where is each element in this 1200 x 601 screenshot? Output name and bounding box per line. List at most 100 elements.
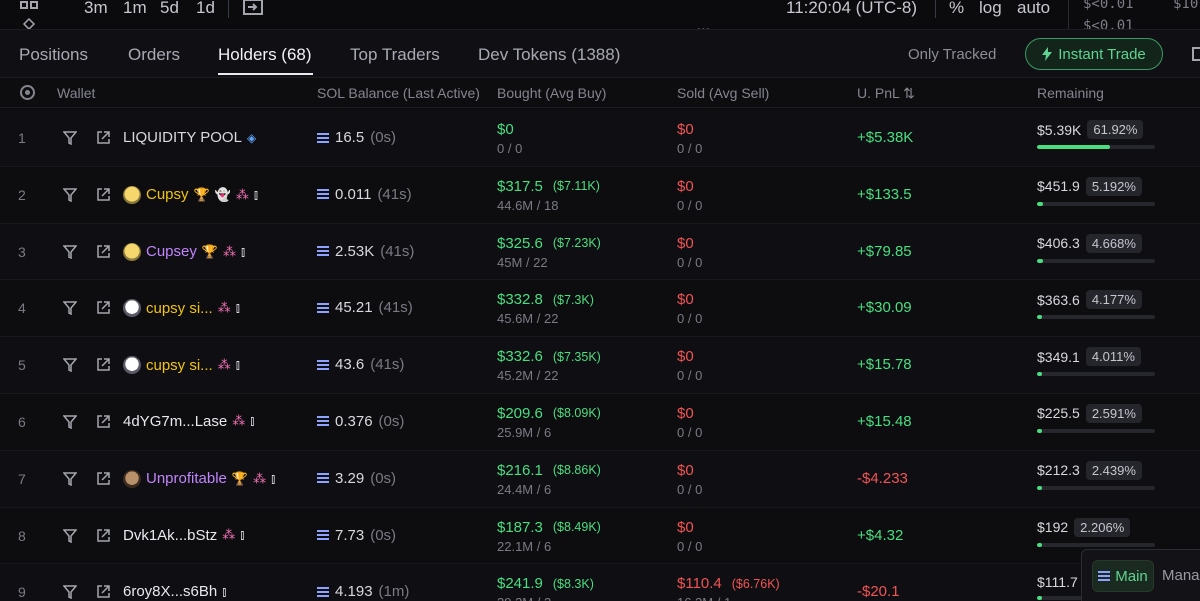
row-rank: 3 [18,243,26,260]
tab-holders[interactable]: Holders (68) [218,45,312,65]
wallet-name[interactable]: Cupsey [146,243,197,260]
sold-cell: $0 0 / 0 [677,462,704,497]
tab-orders[interactable]: Orders [128,45,180,65]
remaining-percent-badge: 2.591% [1085,403,1142,423]
wallet-cell[interactable]: LIQUIDITY POOL ◈ [123,129,256,146]
table-row[interactable]: 9 6roy8X...s6Bh ⫾ 4.193 (1m) $241.9 ($8.3K)… [0,564,1200,601]
layout-grid-icon[interactable] [20,0,42,10]
column-remaining[interactable]: Remaining [1037,85,1104,101]
avatar [123,242,141,261]
remaining-bar-fill [1037,596,1042,601]
filter-icon[interactable] [63,415,77,429]
candlestick-icon: ⫾ [250,413,255,429]
settings-gear-icon[interactable] [20,85,35,100]
sol-balance-cell: 0.011 (41s) [317,186,412,203]
filter-icon[interactable] [63,528,77,543]
wallet-name[interactable]: Dvk1Ak...bStz [123,527,217,544]
sold-cell: $0 0 / 0 [677,178,704,213]
sort-icon[interactable]: ⇅ [903,85,915,101]
external-link-icon[interactable] [96,130,111,145]
bought-cell: $216.1 ($8.86K) 24.4M / 6 [497,462,601,497]
sold-cell: $0 0 / 0 [677,519,704,554]
instant-trade-button[interactable]: Instant Trade [1025,38,1163,70]
table-row[interactable]: 3 Cupsey 🏆 ⁂ ⫾ 2.53K (41s) $325.6 ($7.23K) 45… [0,223,1200,281]
chart-clock: 11:20:04 (UTC-8) [786,0,918,17]
tab-top-traders[interactable]: Top Traders [350,45,440,65]
manage-wallets-link[interactable]: Mana [1162,567,1200,584]
wallet-cell[interactable]: Cupsey 🏆 ⁂ ⫾ [123,242,245,261]
external-link-icon[interactable] [96,357,111,372]
timeframe-1m[interactable]: 1m [123,0,147,18]
main-wallet-button[interactable]: Main [1092,560,1154,592]
external-link-icon[interactable] [96,300,111,315]
wallet-cell[interactable]: Dvk1Ak...bStz ⁂ ⫾ [123,527,244,544]
filter-icon[interactable] [63,244,77,259]
wallet-cell[interactable]: Cupsy 🏆 👻 ⁂ ⫾ [123,185,258,204]
external-link-icon[interactable] [96,584,111,599]
external-link-icon[interactable] [96,244,111,259]
table-row[interactable]: 5 cupsy si... ⁂ ⫾ 43.6 (41s) $332.6 ($7.35K)… [0,337,1200,394]
column-sol-balance[interactable]: SOL Balance (Last Active) [317,85,480,101]
drawing-tool-icon[interactable] [22,18,36,30]
filter-icon[interactable] [63,301,77,316]
filter-icon[interactable] [63,358,77,373]
go-to-date-icon[interactable] [242,0,266,18]
row-rank: 6 [18,413,26,430]
timeframe-3m[interactable]: 3m [84,0,108,18]
sold-amount: $0 [677,404,694,422]
sol-balance: 43.6 [335,356,365,374]
column-upnl[interactable]: U. PnL ⇅ [857,85,915,102]
sold-tokens-txns: 0 / 0 [677,424,703,440]
sold-amount: $0 [677,348,694,366]
wallet-cell[interactable]: cupsy si... ⁂ ⫾ [123,299,240,318]
only-tracked-toggle[interactable]: Only Tracked [908,46,996,63]
last-active: (0s) [370,469,397,487]
row-rank: 2 [18,186,26,203]
filter-icon[interactable] [63,188,77,202]
external-link-icon[interactable] [96,187,111,202]
row-rank: 7 [18,470,26,487]
table-row[interactable]: 2 Cupsy 🏆 👻 ⁂ ⫾ 0.011 (41s) $317.5 ($7.11K) 44… [0,167,1200,224]
solana-icon [317,246,329,257]
external-link-icon[interactable] [96,471,111,486]
log-toggle[interactable]: log [979,0,1002,18]
auto-toggle[interactable]: auto [1017,0,1050,18]
external-link-icon[interactable] [96,528,111,543]
timeframe-1d[interactable]: 1d [196,0,215,18]
filter-icon[interactable] [63,131,77,145]
wallet-name[interactable]: Cupsy [146,186,189,203]
table-row[interactable]: 6 4dYG7m...Lase ⁂ ⫾ 0.376 (0s) $209.6 ($8.09… [0,394,1200,451]
unrealized-pnl: +$30.09 [857,299,912,317]
timeframe-5d[interactable]: 5d [160,0,179,18]
sold-cell: $0 0 / 0 [677,235,704,270]
table-row[interactable]: 8 Dvk1Ak...bStz ⁂ ⫾ 7.73 (0s) $187.3 ($8.49K… [0,508,1200,565]
column-sold[interactable]: Sold (Avg Sell) [677,85,769,101]
wallet-name[interactable]: Unprofitable [146,470,227,487]
wallet-cell[interactable]: 4dYG7m...Lase ⁂ ⫾ [123,413,254,430]
row-rank: 9 [18,584,26,601]
table-row[interactable]: 7 Unprofitable 🏆 ⁂ ⫾ 3.29 (0s) $216.1 ($8.86K… [0,450,1200,508]
percent-toggle[interactable]: % [949,0,964,18]
wallet-cell[interactable]: cupsy si... ⁂ ⫾ [123,356,240,375]
wallet-name[interactable]: cupsy si... [146,300,213,317]
wallet-name[interactable]: 4dYG7m...Lase [123,413,227,430]
wallet-name[interactable]: LIQUIDITY POOL [123,129,242,146]
wallet-cell[interactable]: Unprofitable 🏆 ⁂ ⫾ [123,469,275,488]
table-row[interactable]: 1 LIQUIDITY POOL ◈ 16.5 (0s) $0 0 / 0 $0 0… [0,110,1200,167]
last-active: (41s) [377,185,412,203]
table-row[interactable]: 4 cupsy si... ⁂ ⫾ 45.21 (41s) $332.8 ($7.3K)… [0,280,1200,338]
wallet-name[interactable]: 6roy8X...s6Bh [123,583,217,600]
tab-dev-tokens[interactable]: Dev Tokens (1388) [478,45,620,65]
row-rank: 1 [18,130,26,146]
last-active: (0s) [378,412,405,430]
panel-icon[interactable] [1192,47,1200,61]
column-bought[interactable]: Bought (Avg Buy) [497,85,606,101]
tab-positions[interactable]: Positions [19,45,88,65]
wallet-name[interactable]: cupsy si... [146,357,213,374]
filter-icon[interactable] [63,472,77,486]
external-link-icon[interactable] [96,414,111,429]
sol-balance-cell: 16.5 (0s) [317,129,396,146]
wallet-cell[interactable]: 6roy8X...s6Bh ⫾ [123,583,226,600]
remaining-percent-badge: 2.206% [1074,517,1131,537]
filter-icon[interactable] [63,585,77,600]
